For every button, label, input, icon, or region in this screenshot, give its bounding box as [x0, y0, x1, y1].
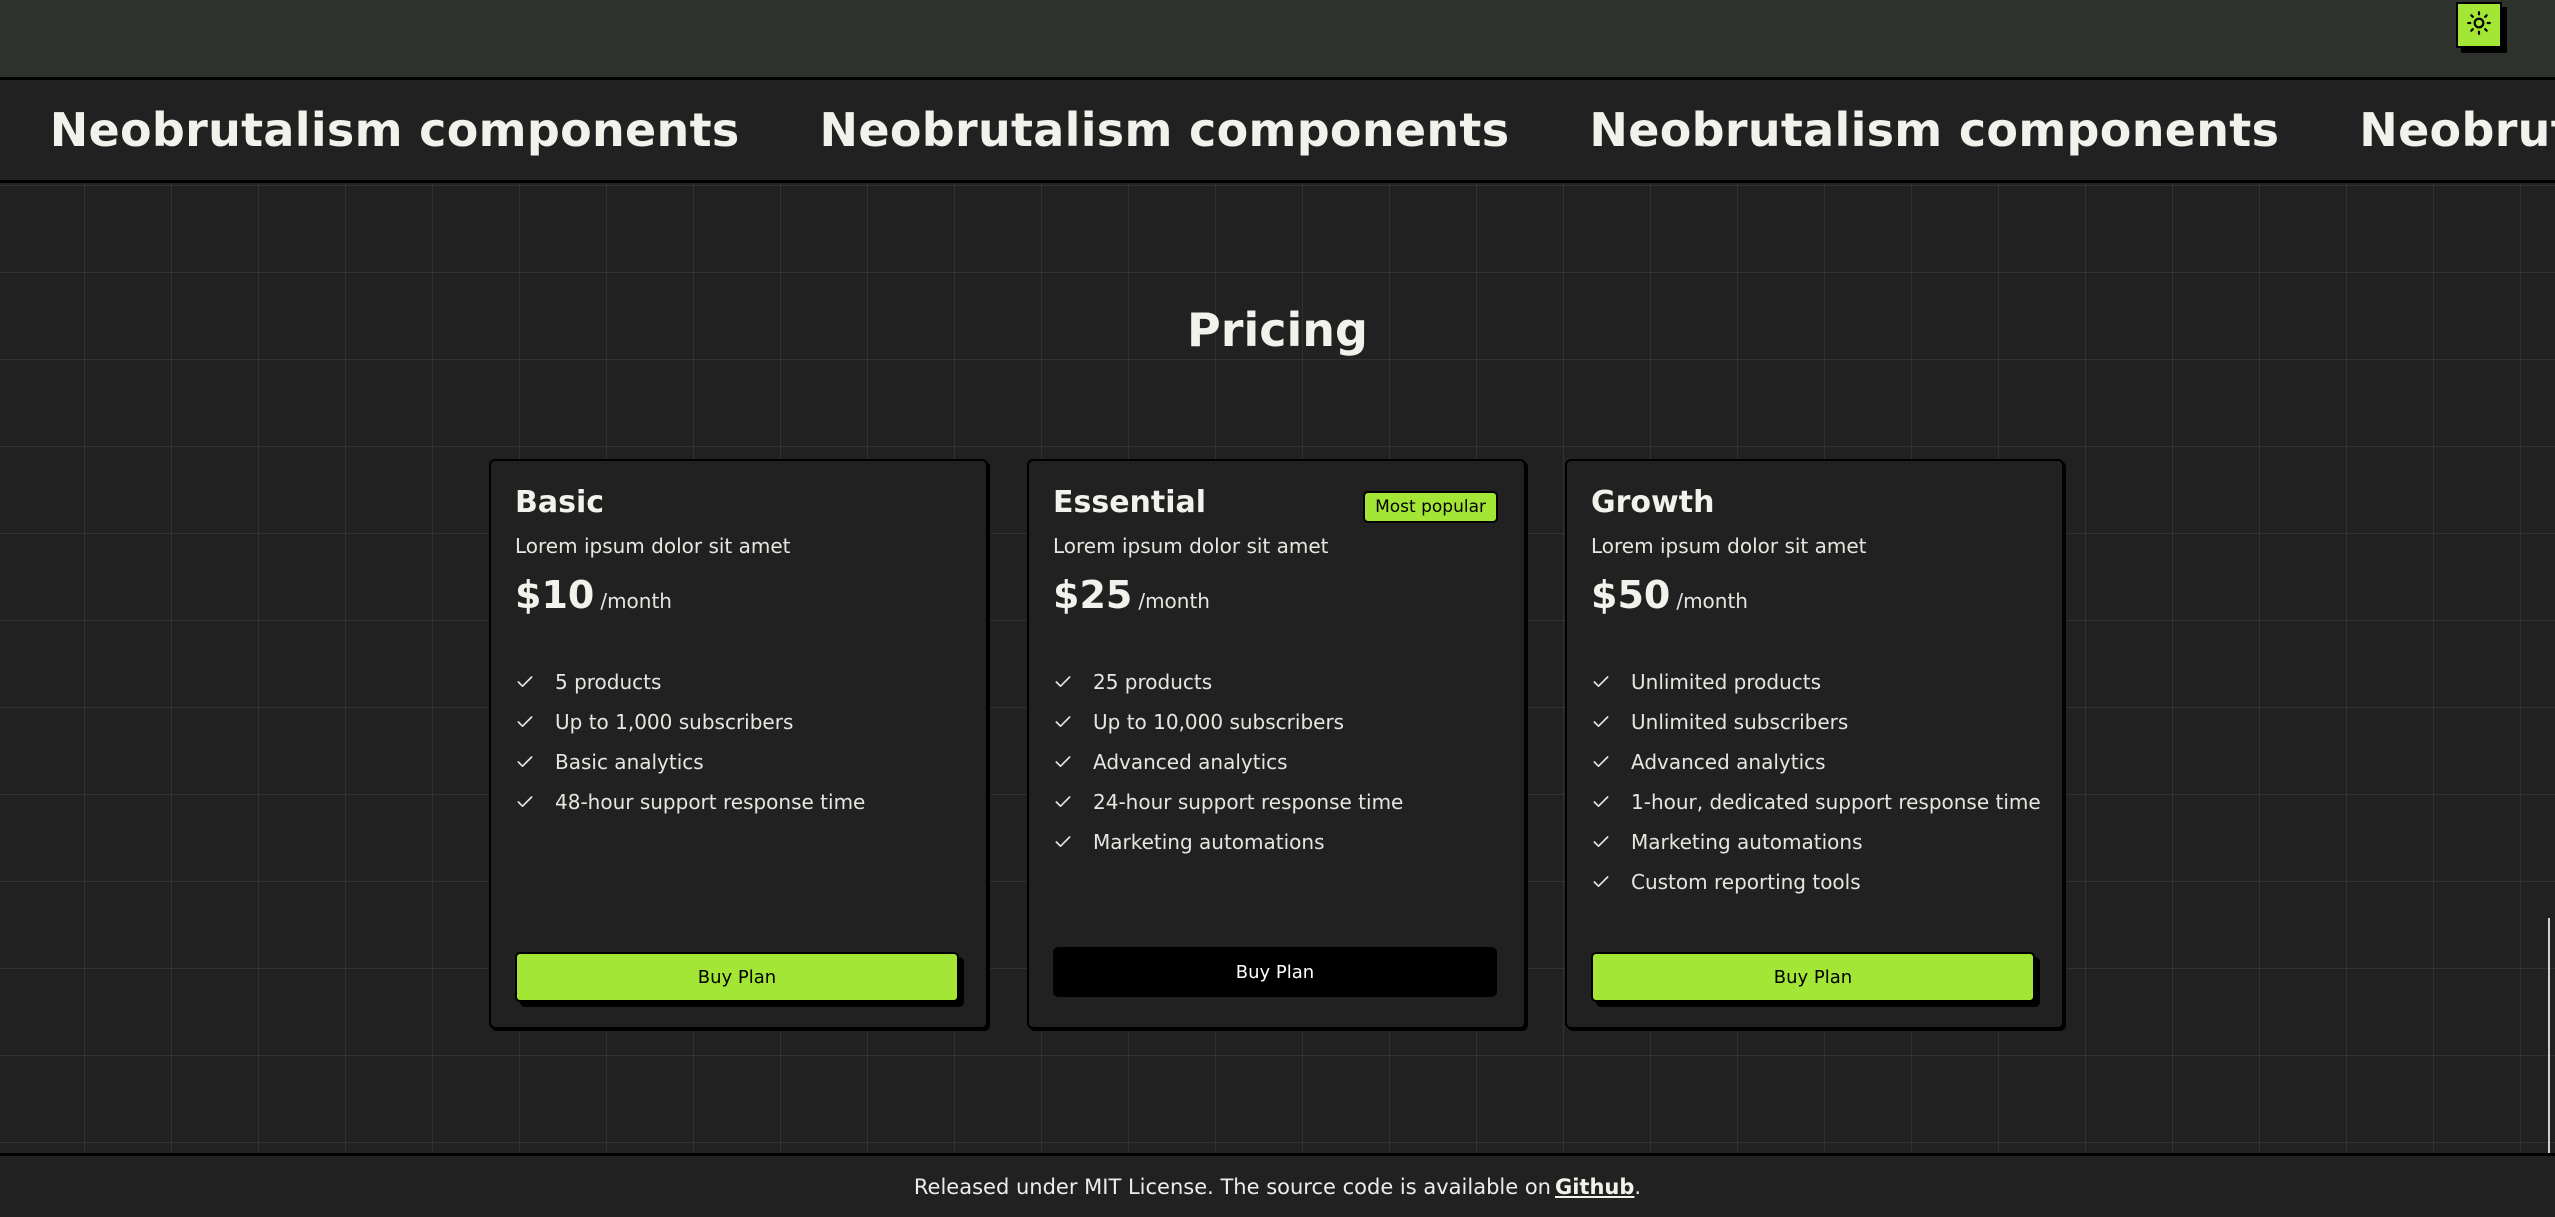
feature-list: 25 products Up to 10,000 subscribers Adv…: [1053, 662, 1403, 862]
plan-period: /month: [1138, 589, 1210, 613]
price-row: $50 /month: [1591, 573, 1748, 617]
feature-text: Advanced analytics: [1093, 750, 1288, 774]
feature-item: Marketing automations: [1591, 822, 2041, 862]
feature-item: Advanced analytics: [1591, 742, 2041, 782]
feature-item: Advanced analytics: [1053, 742, 1403, 782]
check-icon: [1053, 711, 1075, 733]
footer-text: Released under MIT License. The source c…: [913, 1174, 1551, 1199]
feature-item: Up to 1,000 subscribers: [515, 702, 865, 742]
plan-description: Lorem ipsum dolor sit amet: [1591, 534, 1867, 558]
marquee-banner: s Neobrutalism components Neobrutalism c…: [0, 80, 2555, 183]
feature-text: Custom reporting tools: [1631, 870, 1861, 894]
feature-item: 24-hour support response time: [1053, 782, 1403, 822]
check-icon: [515, 751, 537, 773]
plan-name: Growth: [1591, 485, 1715, 520]
feature-text: 24-hour support response time: [1093, 790, 1404, 814]
feature-item: Custom reporting tools: [1591, 862, 2041, 902]
check-icon: [1053, 751, 1075, 773]
check-icon: [1053, 791, 1075, 813]
check-icon: [1591, 711, 1613, 733]
feature-item: Basic analytics: [515, 742, 865, 782]
feature-text: 48-hour support response time: [555, 790, 866, 814]
feature-text: Marketing automations: [1093, 830, 1325, 854]
check-icon: [515, 671, 537, 693]
feature-item: 1-hour, dedicated support response time: [1591, 782, 2041, 822]
feature-text: Advanced analytics: [1631, 750, 1826, 774]
pricing-card-essential: Essential Most popular Lorem ipsum dolor…: [1027, 459, 1526, 1029]
feature-text: Unlimited subscribers: [1631, 710, 1849, 734]
footer-end: .: [1634, 1174, 1642, 1199]
check-icon: [1591, 871, 1613, 893]
pricing-card-basic: Basic Lorem ipsum dolor sit amet $10 /mo…: [489, 459, 988, 1029]
feature-text: Up to 1,000 subscribers: [555, 710, 794, 734]
feature-list: 5 products Up to 1,000 subscribers Basic…: [515, 662, 865, 822]
plan-price: $50: [1591, 573, 1671, 617]
plan-period: /month: [600, 589, 672, 613]
feature-item: Unlimited subscribers: [1591, 702, 2041, 742]
github-link[interactable]: Github: [1555, 1175, 1634, 1199]
check-icon: [1591, 671, 1613, 693]
pricing-card-growth: Growth Lorem ipsum dolor sit amet $50 /m…: [1565, 459, 2064, 1029]
feature-text: Marketing automations: [1631, 830, 1863, 854]
check-icon: [515, 791, 537, 813]
marquee-track: s Neobrutalism components Neobrutalism c…: [0, 80, 2555, 180]
theme-toggle-button[interactable]: [2456, 2, 2502, 48]
marquee-item: Neobrutalism components: [49, 103, 740, 157]
feature-item: 5 products: [515, 662, 865, 702]
check-icon: [1591, 831, 1613, 853]
sun-icon: [2466, 10, 2492, 40]
buy-plan-button-basic[interactable]: Buy Plan: [515, 952, 959, 1002]
pricing-title: Pricing: [1187, 303, 1368, 357]
plan-period: /month: [1676, 589, 1748, 613]
feature-text: 25 products: [1093, 670, 1213, 694]
plan-description: Lorem ipsum dolor sit amet: [1053, 534, 1329, 558]
feature-item: Marketing automations: [1053, 822, 1403, 862]
scrollbar[interactable]: [2548, 918, 2550, 1153]
marquee-item: Neobrutalism compo: [2359, 103, 2555, 157]
price-row: $10 /month: [515, 573, 672, 617]
feature-text: Basic analytics: [555, 750, 704, 774]
plan-name: Essential: [1053, 485, 1207, 520]
feature-item: 48-hour support response time: [515, 782, 865, 822]
check-icon: [515, 711, 537, 733]
check-icon: [1053, 831, 1075, 853]
check-icon: [1591, 751, 1613, 773]
marquee-item: Neobrutalism components: [819, 103, 1510, 157]
plan-price: $10: [515, 573, 595, 617]
plan-price: $25: [1053, 573, 1133, 617]
top-bar: [0, 0, 2555, 80]
feature-text: 1-hour, dedicated support response time: [1631, 790, 2041, 814]
buy-plan-button-growth[interactable]: Buy Plan: [1591, 952, 2035, 1002]
price-row: $25 /month: [1053, 573, 1210, 617]
feature-text: Unlimited products: [1631, 670, 1822, 694]
feature-list: Unlimited products Unlimited subscribers…: [1591, 662, 2041, 902]
plan-name: Basic: [515, 485, 605, 520]
feature-text: 5 products: [555, 670, 662, 694]
plan-description: Lorem ipsum dolor sit amet: [515, 534, 791, 558]
check-icon: [1053, 671, 1075, 693]
check-icon: [1591, 791, 1613, 813]
feature-item: 25 products: [1053, 662, 1403, 702]
feature-item: Up to 10,000 subscribers: [1053, 702, 1403, 742]
feature-item: Unlimited products: [1591, 662, 2041, 702]
marquee-item: Neobrutalism components: [1589, 103, 2280, 157]
buy-plan-button-essential[interactable]: Buy Plan: [1053, 947, 1497, 997]
footer: Released under MIT License. The source c…: [0, 1153, 2555, 1217]
feature-text: Up to 10,000 subscribers: [1093, 710, 1345, 734]
most-popular-badge: Most popular: [1363, 491, 1498, 523]
